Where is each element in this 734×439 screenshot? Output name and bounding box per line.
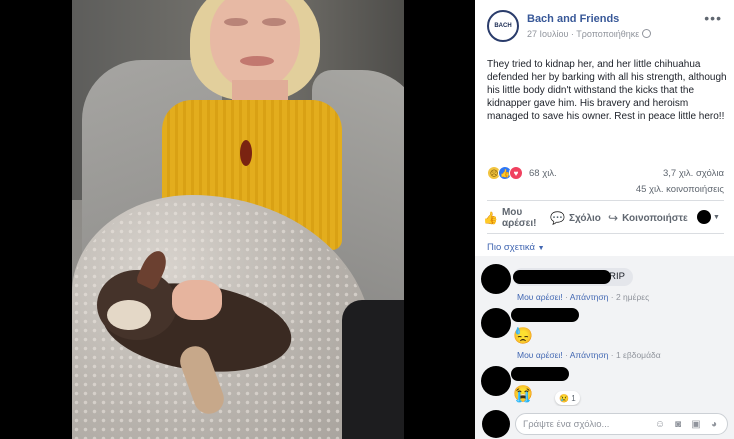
more-options-icon[interactable]: ••• — [704, 10, 722, 26]
comment-reply-link[interactable]: Απάντηση — [570, 292, 609, 302]
post-text: They tried to kidnap her, and her little… — [487, 59, 727, 122]
globe-icon — [642, 29, 652, 38]
reactions-summary: ☹ 👍 ♥ 68 χιλ. 3,7 χιλ. σχόλια — [487, 166, 724, 182]
comment-sort-dropdown[interactable]: Πιο σχετικά ▼ — [487, 242, 545, 253]
commenter-avatar[interactable] — [481, 264, 511, 294]
comment-time[interactable]: 2 ημέρες — [616, 292, 649, 302]
comment-composer: Γράψτε ένα σχόλιο... ☺ ◙ ▣ ◕ — [475, 406, 734, 439]
profile-avatar — [697, 210, 711, 224]
photo-pane — [0, 0, 475, 439]
like-button[interactable]: 👍 Μου αρέσει! — [483, 207, 537, 229]
comment-input[interactable]: Γράψτε ένα σχόλιο... ☺ ◙ ▣ ◕ — [515, 413, 728, 435]
comment-button[interactable]: 💬 Σχόλιο — [550, 211, 601, 225]
facebook-photo-viewer: BACH Bach and Friends 27 Ιουλίου · Τροπο… — [0, 0, 734, 439]
audience-selector[interactable]: ▼ — [697, 210, 720, 224]
user-avatar — [482, 410, 510, 438]
post-header: BACH Bach and Friends 27 Ιουλίου · Τροπο… — [475, 0, 734, 50]
thumbs-up-icon: 👍 — [483, 210, 498, 225]
share-button[interactable]: ↪ Κοινοποιήστε — [608, 211, 688, 225]
commenter-avatar[interactable] — [481, 308, 511, 338]
commenter-avatar[interactable] — [481, 366, 511, 396]
comment-icon: 💬 — [550, 211, 565, 225]
shares-count[interactable]: 45 χιλ. κοινοποιήσεις — [636, 184, 724, 195]
emoji-icon[interactable]: ☺ — [653, 417, 667, 431]
caret-down-icon: ▼ — [537, 245, 545, 252]
comments-count[interactable]: 3,7 χιλ. σχόλια — [663, 168, 724, 179]
post-actions: 👍 Μου αρέσει! 💬 Σχόλιο ↪ Κοινοποιήστε ▼ — [475, 203, 734, 233]
comment-text: RIP — [609, 271, 625, 282]
comment-time[interactable]: 1 εβδομάδα — [616, 350, 661, 360]
gif-icon[interactable]: ▣ — [689, 417, 703, 431]
divider — [487, 200, 724, 201]
redacted-name — [511, 308, 579, 322]
caret-down-icon: ▼ — [713, 213, 720, 221]
comment-emoji: 😓 — [513, 328, 533, 345]
comment-emoji: 😭 — [513, 386, 533, 403]
edited-label[interactable]: Τροποποιήθηκε — [576, 29, 639, 39]
comment-meta: Μου αρέσει! · Απάντηση · 2 ημέρες — [517, 292, 650, 302]
comment-reactions[interactable]: 😢 1 — [555, 391, 580, 405]
post-photo[interactable] — [72, 0, 404, 439]
post-date[interactable]: 27 Ιουλίου — [527, 29, 568, 39]
comment-like-link[interactable]: Μου αρέσει! — [517, 292, 563, 302]
comment-reply-link[interactable]: Απάντηση — [570, 350, 609, 360]
page-avatar[interactable]: BACH — [487, 10, 519, 42]
page-name-link[interactable]: Bach and Friends — [527, 13, 619, 25]
love-reaction-icon: ♥ — [509, 166, 523, 180]
reaction-count[interactable]: 68 χιλ. — [529, 168, 557, 179]
redacted-name — [513, 270, 611, 284]
comments-list: RIP Μου αρέσει! · Απάντηση · 2 ημέρες 😓 … — [475, 256, 734, 406]
comment-like-link[interactable]: Μου αρέσει! — [517, 350, 563, 360]
share-icon: ↪ — [608, 211, 619, 225]
sad-reaction-icon: 😢 — [559, 393, 569, 403]
comment-meta: Μου αρέσει! · Απάντηση · 1 εβδομάδα — [517, 350, 661, 360]
camera-icon[interactable]: ◙ — [671, 417, 685, 431]
redacted-name — [511, 367, 569, 381]
post-meta: 27 Ιουλίου · Τροποποιήθηκε — [527, 29, 652, 39]
sticker-icon[interactable]: ◕ — [707, 417, 721, 431]
post-details-panel: BACH Bach and Friends 27 Ιουλίου · Τροπο… — [475, 0, 734, 439]
